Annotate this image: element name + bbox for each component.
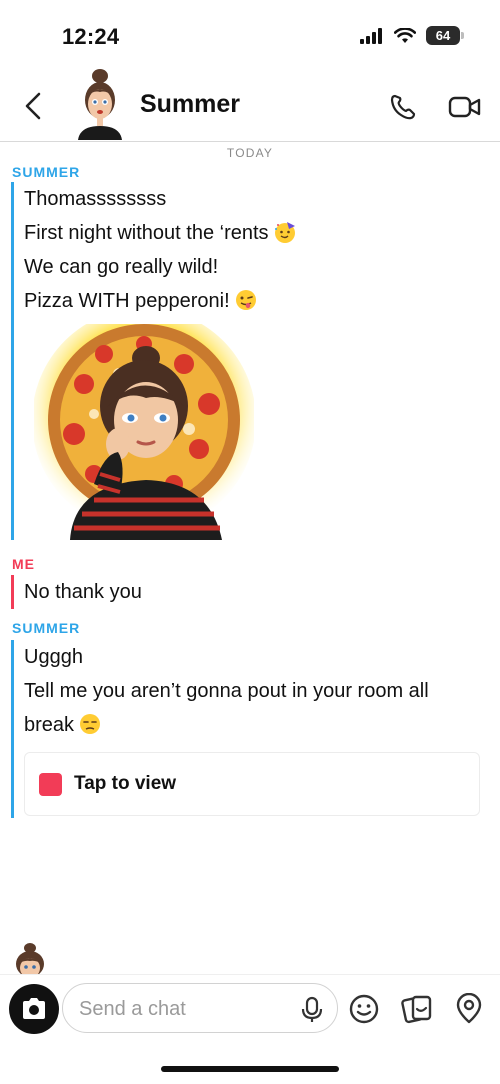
message-text[interactable]: First night without the ‘rents [14, 216, 297, 250]
message-text[interactable]: Thomassssssss [14, 182, 297, 216]
chat-composer [0, 974, 500, 1044]
chat-thread[interactable]: TODAY SUMMER Thomassssssss First night w… [0, 142, 500, 972]
battery-indicator: 64 [426, 26, 464, 45]
status-icons: 64 [360, 26, 464, 45]
sender-label-summer: SUMMER [12, 164, 81, 180]
winking-face-with-tongue-emoji-icon [235, 290, 256, 310]
video-camera-icon[interactable] [448, 93, 482, 121]
back-chevron-icon [25, 92, 41, 120]
message-text[interactable]: No thank you [14, 575, 142, 609]
camera-icon [23, 998, 45, 1019]
day-separator: TODAY [226, 146, 274, 160]
bitmoji-presence-avatar [16, 943, 44, 974]
smiley-icon[interactable] [348, 993, 380, 1025]
microphone-icon[interactable] [301, 996, 323, 1024]
message-text[interactable]: Tell me you aren’t gonna pout in your ro… [14, 674, 480, 708]
message-text[interactable]: We can go really wild! [14, 250, 297, 284]
chat-input[interactable] [79, 996, 289, 1022]
message-group-summer: Thomassssssss First night without the ‘r… [11, 182, 297, 540]
chat-input-container [62, 983, 338, 1033]
home-indicator [161, 1066, 339, 1072]
message-text[interactable]: break [14, 708, 480, 742]
snap-indicator-icon [39, 772, 62, 796]
chat-header: Summer [0, 66, 500, 142]
contact-name[interactable]: Summer [140, 90, 240, 119]
message-group-summer: Ugggh Tell me you aren’t gonna pout in y… [11, 640, 480, 818]
message-text[interactable]: Pizza WITH pepperoni! [14, 284, 297, 318]
message-text[interactable]: Ugggh [14, 640, 480, 674]
message-group-me: No thank you [11, 575, 142, 609]
partying-face-emoji-icon [274, 222, 295, 243]
sticker-icon[interactable] [401, 993, 433, 1025]
snap-tap-to-view[interactable]: Tap to view [24, 752, 480, 816]
sender-label-summer: SUMMER [12, 620, 81, 636]
snap-label: Tap to view [74, 773, 177, 794]
camera-button[interactable] [9, 984, 59, 1034]
status-bar: 12:24 64 [0, 0, 500, 70]
unamused-face-emoji-icon [80, 714, 101, 734]
bitmoji-pizza-sticker[interactable] [32, 308, 256, 540]
wifi-icon [394, 27, 416, 43]
status-time: 12:24 [62, 24, 120, 49]
cellular-signal-icon [360, 27, 382, 44]
sender-label-me: ME [12, 556, 35, 572]
bitmoji-avatar[interactable] [70, 66, 130, 140]
location-pin-icon[interactable] [453, 993, 485, 1025]
back-button[interactable] [18, 88, 48, 124]
phone-icon[interactable] [388, 92, 418, 122]
